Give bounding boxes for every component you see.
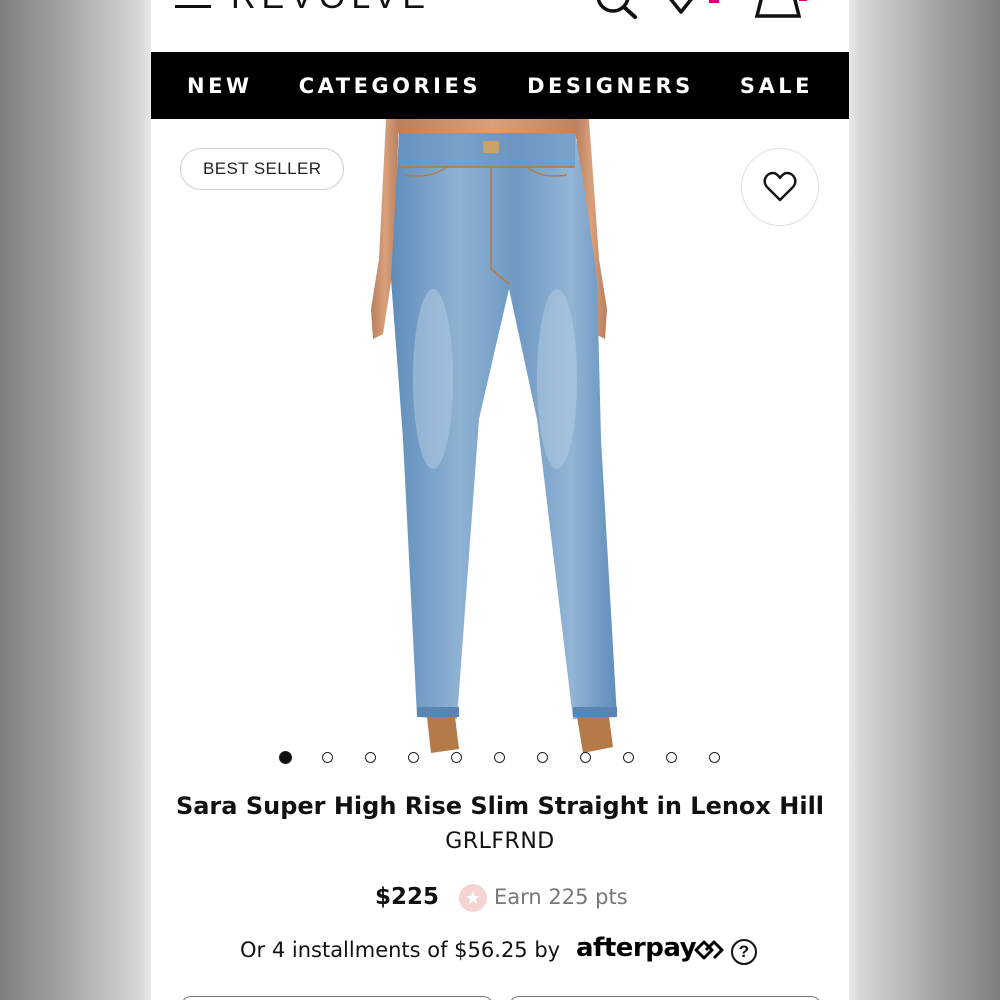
product-price: $225 xyxy=(375,884,440,910)
star-icon: ★ xyxy=(459,884,487,912)
shopping-bag-icon[interactable] xyxy=(753,0,807,25)
nav-designers[interactable]: DESIGNERS xyxy=(527,74,694,98)
carousel-dot[interactable] xyxy=(666,752,677,763)
carousel-dot[interactable] xyxy=(623,752,634,763)
carousel-dot[interactable] xyxy=(580,752,591,763)
bag-badge xyxy=(799,0,807,1)
carousel-dot[interactable] xyxy=(322,752,333,763)
carousel-dot[interactable] xyxy=(279,751,292,764)
product-title: Sara Super High Rise Slim Straight in Le… xyxy=(175,792,825,820)
product-image-carousel[interactable]: BEST SELLER xyxy=(151,119,849,789)
afterpay-info-button[interactable]: ? xyxy=(731,939,757,965)
carousel-dot[interactable] xyxy=(537,752,548,763)
top-header: REVOLVE xyxy=(151,0,849,52)
menu-icon[interactable] xyxy=(175,0,211,10)
product-brand[interactable]: GRLFRND xyxy=(151,829,849,854)
revolve-logo[interactable]: REVOLVE xyxy=(231,0,431,17)
wishlist-icon[interactable] xyxy=(661,0,719,25)
search-icon[interactable] xyxy=(595,0,641,25)
carousel-dot[interactable] xyxy=(451,752,462,763)
carousel-dot[interactable] xyxy=(709,752,720,763)
carousel-dots xyxy=(151,748,849,768)
carousel-dot[interactable] xyxy=(408,752,419,763)
nav-categories[interactable]: CATEGORIES xyxy=(299,74,481,98)
wishlist-badge xyxy=(709,0,719,3)
size-select-button[interactable] xyxy=(181,996,493,1000)
afterpay-arrows-icon xyxy=(694,940,724,960)
carousel-dot[interactable] xyxy=(494,752,505,763)
afterpay-logo: afterpay xyxy=(576,933,697,963)
add-to-wishlist-button[interactable] xyxy=(741,148,819,226)
category-nav: NEW CATEGORIES DESIGNERS SALE xyxy=(151,52,849,119)
nav-sale[interactable]: SALE xyxy=(740,74,813,98)
reward-points: Earn 225 pts xyxy=(494,885,628,909)
product-page: REVOLVE NEW CATEGORIES DESIGNERS SALE xyxy=(151,0,849,1000)
best-seller-badge: BEST SELLER xyxy=(180,148,345,190)
carousel-dot[interactable] xyxy=(365,752,376,763)
nav-new[interactable]: NEW xyxy=(187,74,253,98)
heart-icon xyxy=(763,171,797,202)
product-photo[interactable] xyxy=(361,119,651,784)
add-to-bag-button[interactable] xyxy=(509,996,821,1000)
installments-text: Or 4 installments of $56.25 by xyxy=(240,938,561,962)
